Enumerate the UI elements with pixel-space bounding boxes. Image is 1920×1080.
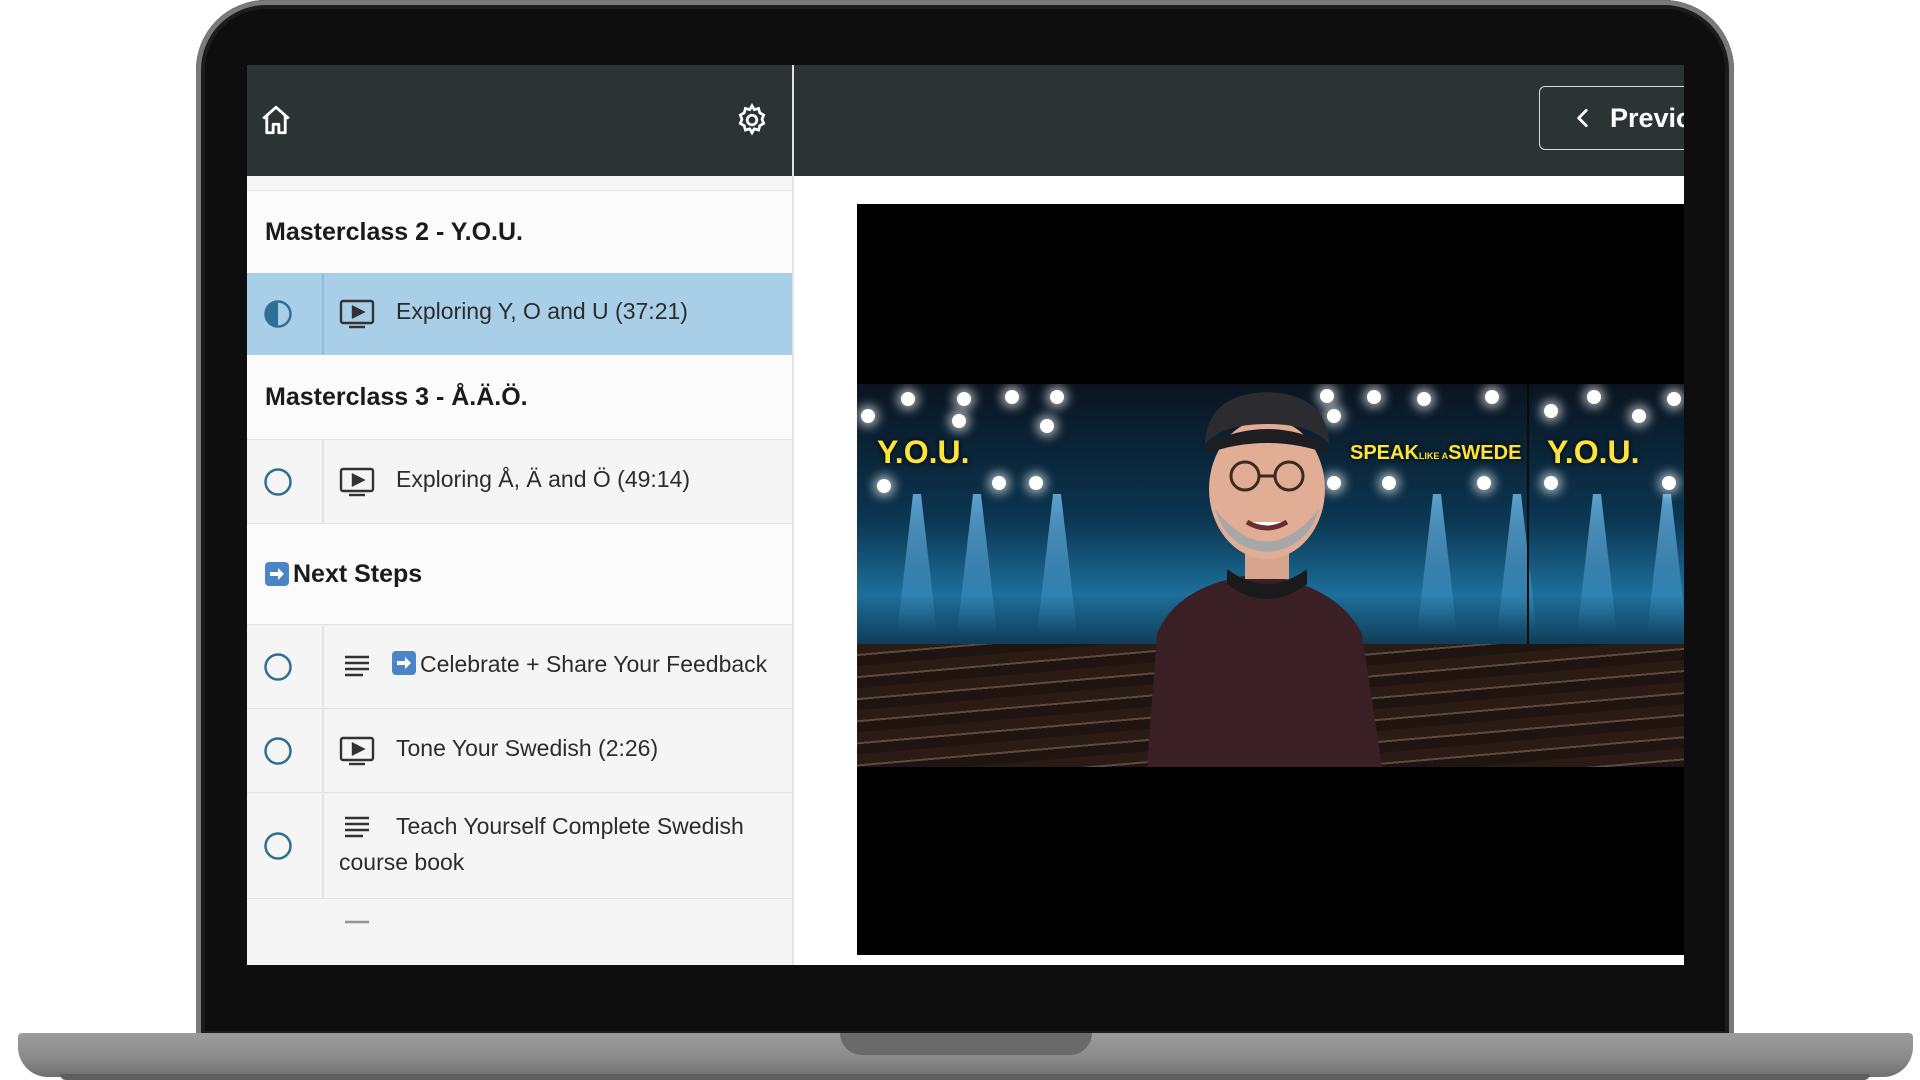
topbar-divider xyxy=(792,65,794,176)
stage-beam xyxy=(1417,494,1457,634)
video-overlay-left: Y.O.U. xyxy=(877,434,970,470)
settings-button[interactable] xyxy=(734,102,770,138)
home-button[interactable] xyxy=(259,103,293,137)
video-lesson-icon xyxy=(339,299,375,329)
previous-lesson-button[interactable]: Previo xyxy=(1539,86,1684,150)
gear-icon xyxy=(738,103,766,136)
arrow-right-emoji-icon xyxy=(265,562,289,586)
stage-light xyxy=(1477,476,1491,490)
item-divider xyxy=(322,273,324,355)
lesson-item-exploring-you[interactable]: Exploring Y, O and U (37:21) xyxy=(247,273,792,355)
brand-text-b: SWEDE xyxy=(1448,442,1522,464)
not-started-circle-icon xyxy=(264,832,292,860)
section-title: Masterclass 3 - Å.Ä.Ö. xyxy=(265,382,528,411)
arrow-right-emoji-icon xyxy=(392,651,416,675)
stage-light xyxy=(901,392,915,406)
laptop-base-shadow xyxy=(60,1074,1870,1080)
stage-light xyxy=(1667,392,1681,406)
home-icon xyxy=(262,105,290,135)
item-divider xyxy=(322,440,324,523)
lesson-label: Exploring Å, Ä and Ö (49:14) xyxy=(396,466,691,492)
presenter-figure xyxy=(1147,392,1382,767)
lesson-item-teach-yourself-book[interactable]: Teach Yourself Complete Swedish course b… xyxy=(247,792,792,898)
half-progress-icon xyxy=(264,300,292,328)
course-player-screen: Previo Masterclass 2 - Y.O.U. Exploring … xyxy=(247,65,1684,965)
section-header-next-steps: Next Steps xyxy=(247,523,792,624)
brand-text-small: LIKE A xyxy=(1418,451,1449,461)
not-started-circle-icon xyxy=(264,653,292,681)
item-divider xyxy=(322,709,324,792)
video-frame: Y.O.U. SPEAKLIKE ASWEDE Y.O.U. xyxy=(857,384,1684,767)
section-title: Masterclass 2 - Y.O.U. xyxy=(265,217,524,246)
lesson-label-line2: course book xyxy=(339,849,465,875)
text-lesson-icon xyxy=(345,655,369,677)
lesson-label: Celebrate + Share Your Feedback xyxy=(420,651,768,677)
stage-light xyxy=(1544,476,1558,490)
top-bar: Previo xyxy=(247,65,1684,176)
not-started-circle-icon xyxy=(264,737,292,765)
stage-light xyxy=(957,392,971,406)
video-lesson-icon xyxy=(339,467,375,497)
chevron-left-icon xyxy=(1577,109,1588,127)
lesson-item-exploring-aao[interactable]: Exploring Å, Ä and Ö (49:14) xyxy=(247,439,792,523)
stage-light xyxy=(877,479,891,493)
lesson-label: Tone Your Swedish (2:26) xyxy=(396,735,659,761)
stage-light xyxy=(1040,419,1054,433)
stage-beam xyxy=(897,494,937,634)
stage-beam xyxy=(1497,494,1537,634)
previous-button-label: Previo xyxy=(1610,102,1684,133)
stage-light xyxy=(861,409,875,423)
text-lesson-icon xyxy=(345,920,369,924)
stage-light xyxy=(1662,476,1676,490)
stage-light xyxy=(1544,404,1558,418)
list-item-partial xyxy=(247,898,792,965)
curriculum-sidebar: Masterclass 2 - Y.O.U. Exploring Y, O an… xyxy=(247,176,794,965)
stage-light xyxy=(1485,390,1499,404)
stage-light xyxy=(1632,409,1646,423)
lesson-label-wrap: Celebrate + Share Your Feedback xyxy=(392,651,767,678)
item-divider xyxy=(322,793,324,898)
stage-beam xyxy=(1647,494,1684,634)
lesson-item-tone-your-swedish[interactable]: Tone Your Swedish (2:26) xyxy=(247,708,792,792)
lesson-item-celebrate-feedback[interactable]: Celebrate + Share Your Feedback xyxy=(247,624,792,708)
section-title: Next Steps xyxy=(293,559,423,588)
item-divider xyxy=(322,625,324,708)
video-player[interactable]: Y.O.U. SPEAKLIKE ASWEDE Y.O.U. xyxy=(857,204,1684,955)
stage-light xyxy=(992,476,1006,490)
stage-beam xyxy=(1037,494,1077,634)
section-header-masterclass-3: Masterclass 3 - Å.Ä.Ö. xyxy=(247,355,792,439)
stage-light xyxy=(1005,390,1019,404)
video-lesson-icon xyxy=(339,736,375,766)
section-header-masterclass-2: Masterclass 2 - Y.O.U. xyxy=(247,190,792,273)
stage-light xyxy=(1029,476,1043,490)
stage-light xyxy=(1587,390,1601,404)
stage-beam xyxy=(957,494,997,634)
stage-light xyxy=(1050,390,1064,404)
laptop-notch xyxy=(840,1033,1092,1055)
not-started-circle-icon xyxy=(264,468,292,496)
stage-beam xyxy=(1577,494,1617,634)
lesson-label: Exploring Y, O and U (37:21) xyxy=(396,298,688,324)
stage-light xyxy=(1417,392,1431,406)
lesson-label-line1: Teach Yourself Complete Swedish xyxy=(396,813,744,839)
text-lesson-icon xyxy=(345,816,369,838)
list-item-partial xyxy=(247,176,792,190)
stage-light xyxy=(952,414,966,428)
video-overlay-right: Y.O.U. xyxy=(1547,434,1640,470)
